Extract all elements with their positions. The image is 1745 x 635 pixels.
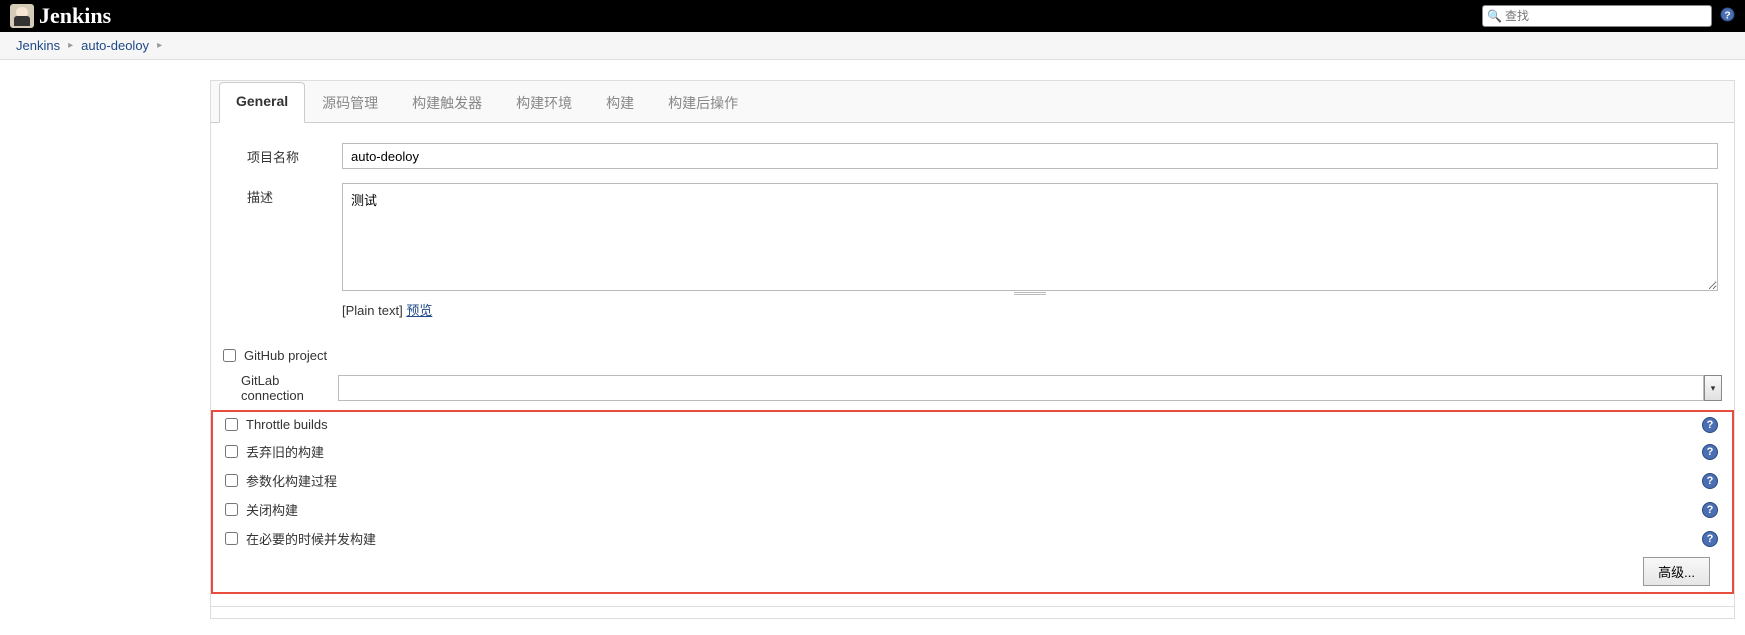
- help-icon[interactable]: ?: [1702, 531, 1718, 547]
- throttle-builds-row: Throttle builds ?: [213, 412, 1732, 437]
- concurrent-checkbox[interactable]: [225, 532, 238, 545]
- top-header: Jenkins 🔍 ?: [0, 0, 1745, 32]
- help-icon[interactable]: ?: [1702, 502, 1718, 518]
- breadcrumb-jenkins[interactable]: Jenkins: [16, 38, 60, 53]
- format-plain-text: [Plain text]: [342, 303, 406, 318]
- gitlab-connection-label: GitLab connection: [241, 373, 338, 403]
- tab-build[interactable]: 构建: [589, 82, 651, 123]
- jenkins-logo[interactable]: Jenkins: [10, 3, 111, 29]
- github-project-checkbox[interactable]: [223, 349, 236, 362]
- header-left: Jenkins: [10, 3, 111, 29]
- main-content: General 源码管理 构建触发器 构建环境 构建 构建后操作 项目名称 描述: [0, 60, 1745, 629]
- tab-triggers[interactable]: 构建触发器: [395, 82, 499, 123]
- jenkins-logo-icon: [10, 4, 34, 28]
- concurrent-label: 在必要的时候并发构建: [246, 529, 376, 548]
- project-name-label: 项目名称: [227, 143, 342, 166]
- highlighted-options-section: Throttle builds ? 丢弃旧的构建 ? 参数化构建过程 ? 关闭构…: [211, 410, 1734, 594]
- chevron-down-icon: ▾: [1711, 383, 1716, 394]
- config-tabs: General 源码管理 构建触发器 构建环境 构建 构建后操作: [211, 81, 1734, 123]
- parameterized-label: 参数化构建过程: [246, 471, 337, 490]
- discard-old-label: 丢弃旧的构建: [246, 442, 324, 461]
- parameterized-checkbox[interactable]: [225, 474, 238, 487]
- disable-build-checkbox[interactable]: [225, 503, 238, 516]
- github-project-label: GitHub project: [244, 348, 327, 363]
- dropdown-button[interactable]: ▾: [1704, 375, 1722, 401]
- description-label: 描述: [227, 183, 342, 206]
- breadcrumb-project[interactable]: auto-deoloy: [81, 38, 149, 53]
- help-icon[interactable]: ?: [1702, 444, 1718, 460]
- svg-text:?: ?: [1724, 10, 1730, 21]
- github-project-row: GitHub project: [211, 343, 1734, 368]
- tab-scm[interactable]: 源码管理: [305, 82, 395, 123]
- discard-old-row: 丢弃旧的构建 ?: [213, 437, 1732, 466]
- jenkins-logo-text: Jenkins: [39, 3, 111, 29]
- throttle-builds-label: Throttle builds: [246, 417, 328, 432]
- concurrent-row: 在必要的时候并发构建 ?: [213, 524, 1732, 553]
- search-input[interactable]: [1505, 9, 1707, 23]
- breadcrumb: Jenkins ▸ auto-deoloy ▸: [0, 32, 1745, 60]
- description-row: 描述 [Plain text] 预览: [227, 183, 1718, 319]
- tab-general[interactable]: General: [219, 82, 305, 123]
- gitlab-connection-row: GitLab connection ▾: [211, 368, 1734, 408]
- disable-build-label: 关闭构建: [246, 500, 298, 519]
- project-name-row: 项目名称: [227, 143, 1718, 169]
- throttle-builds-checkbox[interactable]: [225, 418, 238, 431]
- resize-handle-icon[interactable]: [342, 292, 1718, 296]
- parameterized-row: 参数化构建过程 ?: [213, 466, 1732, 495]
- tab-environment[interactable]: 构建环境: [499, 82, 589, 123]
- description-format: [Plain text] 预览: [342, 300, 1718, 319]
- header-right: 🔍 ?: [1482, 5, 1735, 27]
- search-icon: 🔍: [1487, 9, 1502, 23]
- help-icon[interactable]: ?: [1702, 473, 1718, 489]
- chevron-right-icon: ▸: [157, 40, 162, 51]
- chevron-right-icon: ▸: [68, 40, 73, 51]
- description-textarea[interactable]: [342, 183, 1718, 291]
- advanced-row: 高级...: [213, 553, 1732, 586]
- header-help-icon[interactable]: ?: [1720, 7, 1735, 25]
- gitlab-connection-select[interactable]: [338, 375, 1704, 401]
- help-icon[interactable]: ?: [1702, 417, 1718, 433]
- form-body: 项目名称 描述 [Plain text] 预览: [211, 123, 1734, 343]
- disable-build-row: 关闭构建 ?: [213, 495, 1732, 524]
- preview-link[interactable]: 预览: [406, 303, 432, 318]
- tab-postbuild[interactable]: 构建后操作: [651, 82, 755, 123]
- advanced-button[interactable]: 高级...: [1643, 557, 1710, 586]
- config-panel: General 源码管理 构建触发器 构建环境 构建 构建后操作 项目名称 描述: [210, 80, 1735, 619]
- section-divider: [211, 606, 1734, 618]
- discard-old-checkbox[interactable]: [225, 445, 238, 458]
- search-box[interactable]: 🔍: [1482, 5, 1712, 27]
- project-name-input[interactable]: [342, 143, 1718, 169]
